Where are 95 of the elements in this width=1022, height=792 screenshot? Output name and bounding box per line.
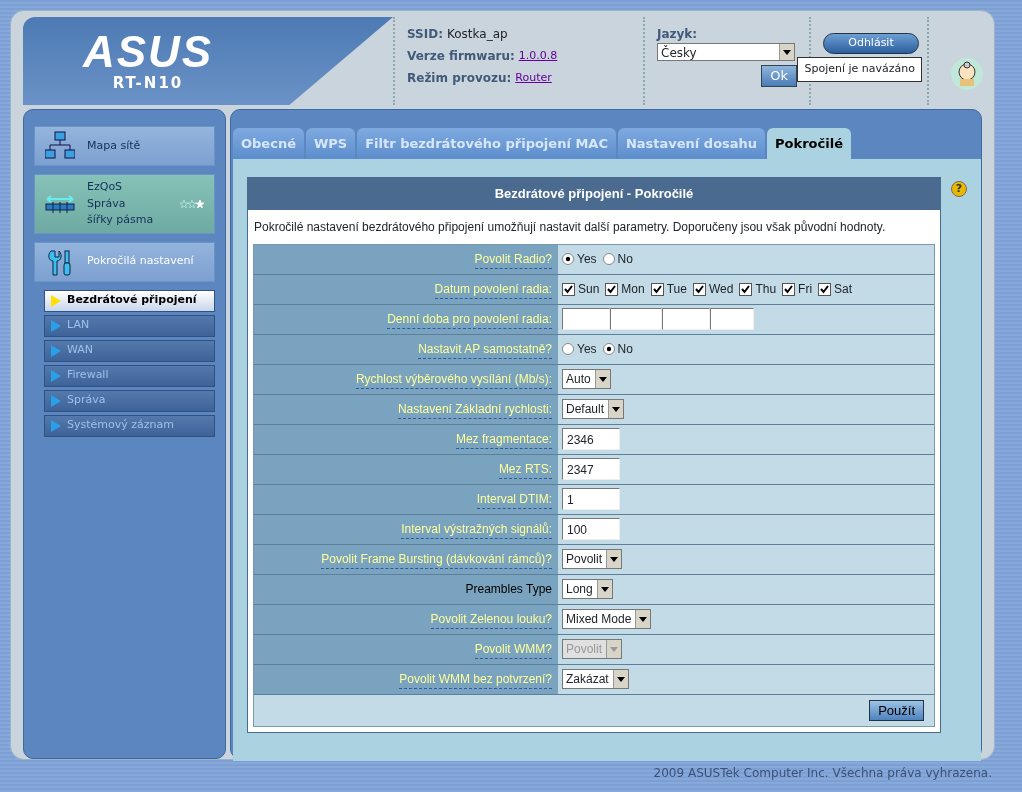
dropdown-arrow-icon — [616, 676, 625, 682]
submenu-item[interactable]: Bezdrátové připojení — [44, 289, 215, 312]
radio-label: No — [617, 251, 633, 268]
checkbox[interactable] — [739, 282, 753, 296]
checkbox-label: Thu — [755, 281, 777, 298]
select-field[interactable]: Long — [562, 579, 613, 599]
checkbox[interactable] — [650, 282, 664, 296]
info-label: Režim provozu: — [407, 70, 512, 87]
field-label: Interval DTIM: — [476, 489, 552, 509]
status-tooltip: Spojení je navázáno — [797, 57, 922, 82]
arrow-icon — [51, 369, 61, 382]
select-field[interactable]: Zakázat — [562, 669, 629, 689]
radio-button[interactable] — [602, 343, 615, 355]
field-label: Preambles Type — [465, 581, 552, 598]
arrow-icon — [51, 419, 61, 432]
filled-star-icon — [196, 199, 204, 208]
checkbox-label: Wed — [708, 281, 734, 298]
arrow-icon — [51, 319, 61, 332]
radio-button[interactable] — [562, 253, 574, 265]
menu-item[interactable]: EzQoS Správa šířky pásma — [34, 174, 215, 234]
input-field[interactable]: 2347 — [562, 458, 620, 480]
menu-label-line: EzQoS — [87, 179, 124, 195]
panel-title: Bezdrátové připojení - Pokročilé — [248, 178, 940, 210]
time-input-field[interactable] — [610, 308, 662, 330]
field-label: Povolit Radio? — [474, 249, 552, 269]
logo-text: ASUS — [82, 30, 214, 74]
select-field[interactable]: Default — [562, 399, 625, 419]
tab[interactable]: Pokročilé — [767, 128, 851, 159]
network-icon — [45, 131, 75, 161]
dropdown-arrow-icon — [610, 556, 619, 562]
model-name: RT-N10 — [112, 74, 184, 92]
menu-label-line: šířky pásma — [87, 212, 155, 228]
select-field[interactable]: Mixed Mode — [562, 609, 652, 629]
checkbox-label: Tue — [666, 281, 687, 298]
field-label: Interval výstražných signálů: — [401, 519, 552, 539]
info-label: Verze firmwaru: — [407, 48, 515, 65]
language-select[interactable]: Česky — [657, 43, 795, 61]
user-avatar-icon — [950, 57, 984, 91]
arrow-icon — [51, 294, 61, 307]
panel-description: Pokročilé nastavení bezdrátového připojení umožňují nastavit další parametry. Doporučeny jsou však původní hodnoty. — [253, 218, 887, 236]
field-label: Povolit Frame Bursting (dávkování rámců)? — [321, 549, 552, 569]
radio-label: Yes — [577, 251, 597, 268]
checkbox[interactable] — [782, 282, 796, 296]
dropdown-arrow-icon — [612, 406, 621, 412]
field-label: Povolit Zelenou louku? — [430, 609, 552, 629]
field-label: Mez RTS: — [498, 459, 552, 479]
info-link[interactable]: Router — [515, 69, 552, 87]
input-field[interactable]: 100 — [562, 518, 620, 540]
menu-label-line: Správa — [87, 195, 127, 212]
input-field[interactable]: 1 — [562, 488, 620, 510]
language-label: Jazyk: — [657, 26, 699, 43]
menu-item[interactable]: Mapa sítě — [34, 126, 215, 166]
dropdown-arrow-icon — [600, 586, 609, 592]
select-field[interactable]: Povolit — [562, 549, 623, 569]
menu-label-line: Pokročilá nastavení — [87, 253, 195, 270]
info-label: SSID: — [407, 26, 443, 43]
field-label: Denní doba pro povolení radia: — [387, 309, 552, 329]
checkbox[interactable] — [692, 282, 706, 296]
copyright-text: 2009 ASUSTek Computer Inc. Všechna práva vyhrazena. — [653, 765, 992, 782]
info-link[interactable]: 1.0.0.8 — [518, 47, 558, 65]
radio-button[interactable] — [562, 343, 574, 355]
input-field[interactable]: 2346 — [562, 428, 620, 450]
time-input-field[interactable] — [710, 308, 754, 330]
radio-label: No — [617, 341, 633, 358]
checkbox-label: Sat — [834, 281, 853, 298]
dropdown-arrow-icon — [639, 616, 648, 622]
field-label: Povolit WMM bez potvrzení? — [399, 669, 552, 689]
info-value: Kostka_ap — [447, 26, 508, 43]
arrow-icon — [51, 394, 61, 407]
help-icon[interactable]: ? — [951, 181, 967, 197]
radio-button[interactable] — [602, 253, 615, 265]
dropdown-arrow-icon — [598, 376, 607, 382]
time-input-field[interactable] — [662, 308, 710, 330]
time-input-field[interactable] — [562, 308, 610, 330]
field-label: Rychlost výběrového vysílání (Mb/s): — [355, 369, 552, 389]
apply-button[interactable]: Použít — [869, 699, 924, 721]
select-field: Povolit — [562, 639, 623, 659]
checkbox-label: Fri — [798, 281, 813, 298]
checkbox-label: Mon — [621, 281, 645, 298]
field-label: Nastavit AP samostatně? — [418, 339, 552, 359]
arrow-icon — [51, 344, 61, 357]
logout-button[interactable]: Odhlásit — [823, 33, 919, 54]
field-label: Datum povolení radia: — [434, 279, 552, 299]
dropdown-arrow-icon — [783, 49, 791, 55]
checkbox[interactable] — [818, 282, 832, 296]
field-label: Nastavení Základní rychlosti: — [397, 399, 552, 419]
checkbox-label: Sun — [578, 281, 600, 298]
checkbox[interactable] — [562, 282, 575, 296]
dropdown-arrow-icon — [610, 646, 619, 652]
checkbox[interactable] — [605, 282, 619, 296]
menu-label-line: Mapa sítě — [87, 137, 142, 154]
select-field[interactable]: Auto — [562, 369, 611, 389]
radio-label: Yes — [577, 341, 597, 358]
field-label: Mez fragmentace: — [455, 429, 552, 449]
field-label: Povolit WMM? — [474, 639, 552, 659]
